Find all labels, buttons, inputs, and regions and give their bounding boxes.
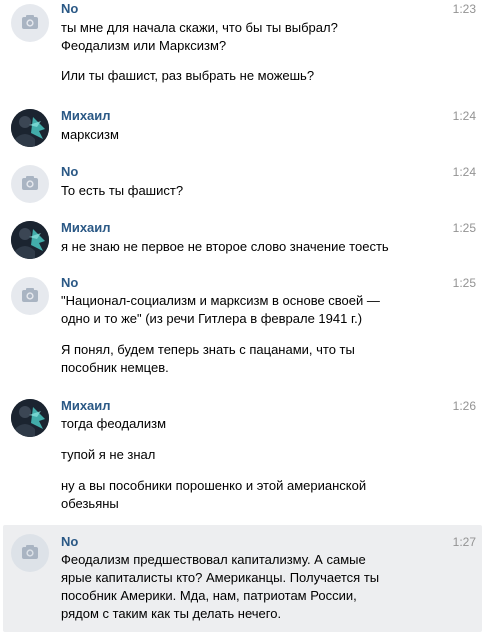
message-author[interactable]: No <box>61 534 78 550</box>
avatar[interactable] <box>11 399 49 437</box>
avatar[interactable] <box>11 534 49 572</box>
message-author[interactable]: Михаил <box>61 108 111 124</box>
message-text: одно и то же" (из речи Гитлера в феврале… <box>61 311 363 326</box>
camera-icon <box>22 15 38 29</box>
message: No 1:23 ты мне для начала скажи, что бы … <box>0 0 485 96</box>
message-text: тогда феодализм <box>61 416 167 431</box>
message-author[interactable]: No <box>61 164 78 180</box>
message-time[interactable]: 1:25 <box>453 220 476 236</box>
user-photo <box>11 109 49 147</box>
message-author[interactable]: No <box>61 1 78 17</box>
message-time[interactable]: 1:26 <box>453 398 476 414</box>
message: Михаил 1:24 марксизм <box>0 106 485 150</box>
message: No 1:24 То есть ты фашист? <box>0 162 485 206</box>
chat-history: No 1:23 ты мне для начала скажи, что бы … <box>0 0 485 633</box>
message: No 1:25 "Национал-социализм и марксизм в… <box>0 274 485 384</box>
message-text: марксизм <box>61 127 119 142</box>
message-time[interactable]: 1:24 <box>453 108 476 124</box>
message-text: я не знаю не первое не второе слово знач… <box>61 239 389 254</box>
camera-icon <box>22 176 38 190</box>
camera-icon <box>22 545 38 559</box>
user-photo <box>11 399 49 437</box>
message-text: ярые капиталисты кто? Американцы. Получа… <box>61 570 380 585</box>
message-text: ты мне для начала скажи, что бы ты выбра… <box>61 20 338 35</box>
message-text: Или ты фашист, раз выбрать не можешь? <box>61 68 315 83</box>
message-text: ну а вы пособники порошенко и этой амери… <box>61 478 367 493</box>
message-time[interactable]: 1:23 <box>453 1 476 17</box>
message-author[interactable]: Михаил <box>61 398 111 414</box>
message-time[interactable]: 1:27 <box>453 534 476 550</box>
message-text: рядом с таким как ты делать нечего. <box>61 606 282 621</box>
message: Михаил 1:25 я не знаю не первое не второ… <box>0 218 485 262</box>
camera-icon <box>22 288 38 302</box>
avatar[interactable] <box>11 109 49 147</box>
message-text: Я понял, будем теперь знать с пацанами, … <box>61 342 355 357</box>
message-text: тупой я не знал <box>61 447 156 462</box>
message-author[interactable]: Михаил <box>61 220 111 236</box>
message-time[interactable]: 1:25 <box>453 275 476 291</box>
avatar[interactable] <box>11 221 49 259</box>
message-selected[interactable]: No 1:27 Феодализм предшествовал капитали… <box>3 525 482 632</box>
message-text: обезьяны <box>61 496 119 511</box>
message-author[interactable]: No <box>61 275 78 291</box>
avatar[interactable] <box>11 277 49 315</box>
message-text: "Национал-социализм и марксизм в основе … <box>61 293 380 308</box>
message-text: пособник немцев. <box>61 360 169 375</box>
message-text: Феодализм предшествовал капитализму. А с… <box>61 552 366 567</box>
message-time[interactable]: 1:24 <box>453 164 476 180</box>
message-text: То есть ты фашист? <box>61 183 184 198</box>
avatar[interactable] <box>11 165 49 203</box>
message: Михаил 1:26 тогда феодализм тупой я не з… <box>0 396 485 518</box>
message-text: Феодализм или Марксизм? <box>61 38 227 53</box>
user-photo <box>11 221 49 259</box>
message-text: пособник Америки. Мда, нам, патриотам Ро… <box>61 588 357 603</box>
avatar[interactable] <box>11 4 49 42</box>
